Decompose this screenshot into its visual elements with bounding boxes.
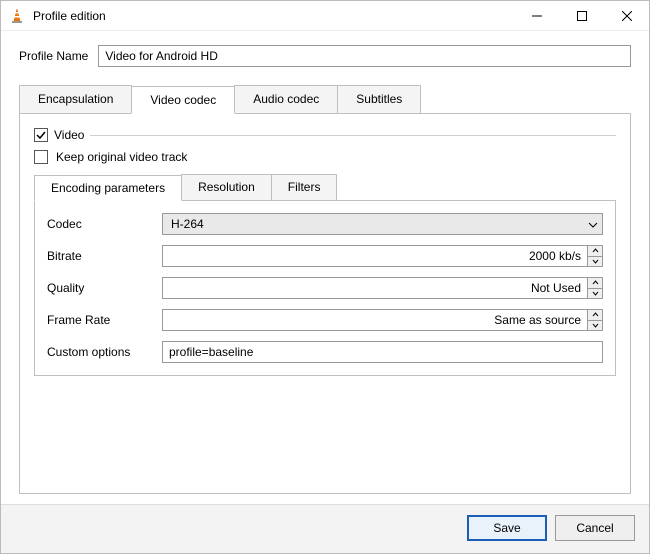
inner-panel-encoding: Codec H-264 Bitrate [34, 200, 616, 376]
chevron-up-icon [592, 312, 599, 317]
chevron-up-icon [592, 280, 599, 285]
quality-up-button[interactable] [588, 278, 602, 289]
tab-audio-codec[interactable]: Audio codec [234, 85, 338, 113]
chevron-down-icon [592, 259, 599, 264]
custom-options-label: Custom options [47, 345, 152, 359]
video-group: Video Keep original video track Encoding… [34, 128, 616, 376]
maximize-button[interactable] [559, 1, 604, 30]
cancel-button[interactable]: Cancel [555, 515, 635, 541]
quality-label: Quality [47, 281, 152, 295]
profile-name-row: Profile Name [19, 45, 631, 67]
bitrate-input[interactable] [162, 245, 587, 267]
tab-encapsulation[interactable]: Encapsulation [19, 85, 132, 113]
dialog-body: Profile Name Encapsulation Video codec A… [1, 31, 649, 504]
bitrate-up-button[interactable] [588, 246, 602, 257]
quality-down-button[interactable] [588, 289, 602, 299]
inner-tab-encoding[interactable]: Encoding parameters [34, 175, 182, 201]
framerate-field [162, 309, 603, 331]
framerate-spinner [587, 309, 603, 331]
tab-subtitles[interactable]: Subtitles [337, 85, 421, 113]
bitrate-down-button[interactable] [588, 257, 602, 267]
keep-original-checkbox[interactable] [34, 150, 48, 164]
video-checkbox[interactable] [34, 128, 48, 142]
inner-tab-filters[interactable]: Filters [271, 174, 338, 200]
chevron-down-icon [592, 323, 599, 328]
save-button[interactable]: Save [467, 515, 547, 541]
bitrate-field [162, 245, 603, 267]
minimize-button[interactable] [514, 1, 559, 30]
tab-panel-video-codec: Video Keep original video track Encoding… [19, 113, 631, 494]
chevron-down-icon [592, 291, 599, 296]
custom-options-input[interactable] [162, 341, 603, 363]
bitrate-label: Bitrate [47, 249, 152, 263]
inner-tab-resolution[interactable]: Resolution [181, 174, 272, 200]
keep-original-row: Keep original video track [34, 150, 616, 164]
codec-value: H-264 [171, 217, 204, 231]
codec-select[interactable]: H-264 [162, 213, 603, 235]
framerate-down-button[interactable] [588, 321, 602, 331]
bitrate-spinner [587, 245, 603, 267]
quality-spinner [587, 277, 603, 299]
check-icon [36, 130, 46, 140]
keep-original-label: Keep original video track [56, 150, 187, 164]
quality-field [162, 277, 603, 299]
close-button[interactable] [604, 1, 649, 30]
profile-name-label: Profile Name [19, 49, 88, 63]
tab-video-codec[interactable]: Video codec [131, 86, 235, 114]
quality-input[interactable] [162, 277, 587, 299]
codec-label: Codec [47, 217, 152, 231]
window-title: Profile edition [33, 9, 514, 23]
dialog-footer: Save Cancel [1, 504, 649, 553]
video-group-header: Video [34, 128, 616, 142]
main-tabs: Encapsulation Video codec Audio codec Su… [19, 85, 631, 113]
vlc-cone-icon [9, 8, 25, 24]
window: Profile edition Profile Name Encapsulati… [0, 0, 650, 554]
titlebar: Profile edition [1, 1, 649, 31]
encoding-form: Codec H-264 Bitrate [47, 213, 603, 363]
framerate-input[interactable] [162, 309, 587, 331]
framerate-label: Frame Rate [47, 313, 152, 327]
chevron-down-icon [588, 217, 598, 231]
profile-name-input[interactable] [98, 45, 631, 67]
chevron-up-icon [592, 248, 599, 253]
framerate-up-button[interactable] [588, 310, 602, 321]
video-checkbox-label: Video [54, 128, 84, 142]
inner-tabs: Encoding parameters Resolution Filters [34, 174, 616, 200]
group-divider [90, 135, 616, 136]
